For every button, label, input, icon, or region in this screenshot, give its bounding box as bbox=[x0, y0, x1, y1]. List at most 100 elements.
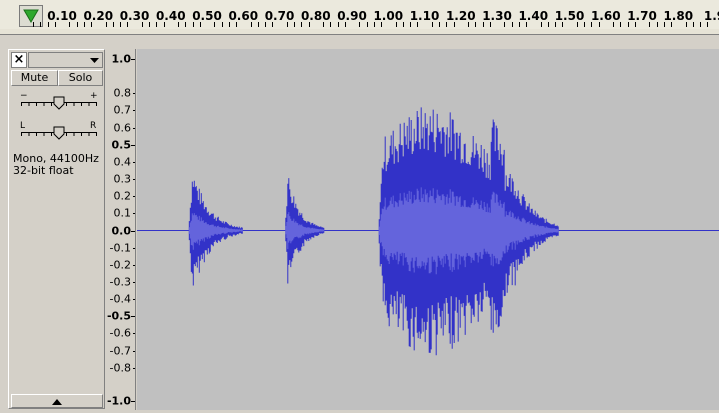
waveform-display[interactable] bbox=[137, 49, 719, 410]
timeline-minor-tick bbox=[453, 22, 455, 27]
timeline-minor-tick bbox=[576, 22, 578, 27]
gain-slider[interactable]: − + bbox=[11, 91, 103, 114]
toolbar-gap bbox=[0, 35, 719, 45]
amplitude-label: 0.4 bbox=[113, 155, 132, 169]
timeline-minor-tick bbox=[199, 22, 201, 27]
timeline-minor-tick bbox=[671, 22, 672, 27]
amplitude-tick bbox=[133, 161, 135, 163]
timeline-tick-label: 1.50 bbox=[554, 9, 585, 23]
timeline-minor-tick bbox=[54, 22, 56, 27]
amplitude-tick bbox=[133, 247, 135, 249]
timeline-minor-tick bbox=[555, 22, 556, 27]
timeline-minor-tick bbox=[330, 22, 332, 27]
amplitude-tick bbox=[133, 281, 135, 283]
timeline-minor-tick bbox=[663, 22, 665, 27]
amplitude-tick bbox=[133, 299, 135, 301]
amplitude-tick bbox=[131, 59, 135, 60]
amplitude-label: -0.2 bbox=[109, 258, 131, 272]
amplitude-label: -0.1 bbox=[109, 241, 131, 255]
amplitude-tick bbox=[133, 196, 135, 198]
timeline-tick-label: 1.70 bbox=[627, 9, 657, 23]
timeline-minor-tick bbox=[344, 22, 346, 27]
gain-slider-thumb[interactable] bbox=[53, 96, 65, 110]
amplitude-label: 0.3 bbox=[113, 172, 132, 186]
timeline-minor-tick bbox=[504, 22, 506, 27]
waveform-segment bbox=[378, 107, 559, 356]
close-icon: × bbox=[13, 52, 25, 67]
track-control-panel: × Mute Solo − + L R Mono, 44100Hz 32-bit… bbox=[8, 49, 105, 409]
timeline-minor-tick bbox=[308, 22, 310, 27]
amplitude-label: -0.6 bbox=[109, 326, 131, 340]
timeline-minor-tick bbox=[381, 22, 382, 27]
timeline-minor-tick bbox=[395, 22, 397, 27]
amplitude-tick bbox=[131, 316, 135, 318]
timeline-tick-label: 1.60 bbox=[590, 9, 621, 23]
timeline-minor-tick bbox=[105, 22, 107, 27]
timeline-minor-tick bbox=[685, 22, 687, 27]
timeline-minor-tick bbox=[221, 22, 223, 27]
timeline-minor-tick bbox=[141, 22, 143, 27]
timeline-minor-tick bbox=[540, 22, 542, 27]
timeline-minor-tick bbox=[511, 22, 513, 27]
timeline-tick-label: 0.90 bbox=[337, 9, 367, 23]
amplitude-label: -0.5 bbox=[106, 309, 131, 323]
timeline-minor-tick bbox=[417, 22, 419, 27]
timeline-minor-tick bbox=[83, 22, 85, 27]
amplitude-tick bbox=[133, 93, 135, 95]
amplitude-label: 0.2 bbox=[113, 189, 132, 203]
timeline-minor-tick bbox=[149, 22, 150, 27]
timeline-minor-tick bbox=[707, 22, 709, 27]
timeline-minor-tick bbox=[373, 22, 375, 27]
collapse-track-button[interactable] bbox=[11, 394, 103, 408]
amplitude-tick bbox=[133, 110, 135, 112]
timeline-minor-tick bbox=[185, 22, 187, 27]
timeline-minor-tick bbox=[656, 22, 658, 27]
amplitude-label: -0.8 bbox=[109, 361, 131, 375]
timeline-minor-tick bbox=[598, 22, 600, 27]
timeline-minor-tick bbox=[112, 22, 114, 27]
timeline-tick-label: 1.40 bbox=[518, 9, 549, 23]
amplitude-tick bbox=[131, 144, 135, 146]
timeline-minor-tick bbox=[518, 22, 520, 27]
timeline-ruler[interactable]: 0.10 0.20 0.30 0.40 0.50 0.60 0.70 0.80 0.90 1.00… bbox=[0, 0, 719, 35]
play-head-icon bbox=[23, 9, 39, 23]
timeline-minor-tick bbox=[613, 22, 614, 27]
timeline-minor-tick bbox=[482, 22, 484, 27]
pan-right-label: R bbox=[90, 121, 97, 131]
timeline-minor-tick bbox=[410, 22, 411, 27]
close-track-button[interactable]: × bbox=[11, 52, 27, 68]
amplitude-tick bbox=[131, 401, 135, 402]
pan-slider[interactable]: L R bbox=[11, 121, 103, 144]
timeline-tick-label: 0.40 bbox=[155, 9, 186, 23]
amplitude-label: -0.4 bbox=[109, 292, 131, 306]
timeline-minor-tick bbox=[475, 22, 477, 27]
timeline-tick-label: 1.9 bbox=[703, 9, 719, 23]
amplitude-tick bbox=[133, 350, 135, 352]
track-menu-dropdown[interactable] bbox=[28, 52, 103, 68]
timeline-minor-tick bbox=[562, 22, 564, 27]
amplitude-label: -0.7 bbox=[109, 344, 131, 358]
timeline-tick-label: 0.10 bbox=[47, 9, 77, 23]
pan-left-label: L bbox=[20, 121, 26, 131]
timeline-minor-tick bbox=[591, 22, 593, 27]
mute-button[interactable]: Mute bbox=[11, 70, 58, 86]
timeline-minor-tick bbox=[649, 22, 651, 27]
pan-slider-thumb[interactable] bbox=[53, 126, 65, 140]
timeline-tick-label: 0.60 bbox=[228, 9, 259, 23]
timeline-minor-tick bbox=[228, 22, 230, 27]
timeline-minor-tick bbox=[402, 22, 404, 27]
amplitude-ruler[interactable]: 1.0 0.8 0.7 0.6 0.5 0.4 0.3 0.2 0.1 0.0 -0.1 -0.2 -0… bbox=[106, 49, 136, 413]
amplitude-tick bbox=[133, 179, 135, 181]
timeline-minor-tick bbox=[489, 22, 491, 27]
solo-button[interactable]: Solo bbox=[58, 70, 103, 86]
timeline-tick-label: 0.20 bbox=[83, 9, 114, 23]
timeline-minor-tick bbox=[120, 22, 121, 27]
amplitude-label: 0.8 bbox=[113, 86, 132, 100]
timeline-tick-label: 0.50 bbox=[192, 9, 222, 23]
timeline-minor-tick bbox=[40, 22, 42, 27]
timeline-minor-tick bbox=[127, 22, 129, 27]
timeline-minor-tick bbox=[301, 22, 303, 27]
timeline-tick-label: 1.20 bbox=[445, 9, 476, 23]
timeline-tick-label: 1.00 bbox=[373, 9, 404, 23]
amplitude-tick bbox=[133, 264, 135, 266]
